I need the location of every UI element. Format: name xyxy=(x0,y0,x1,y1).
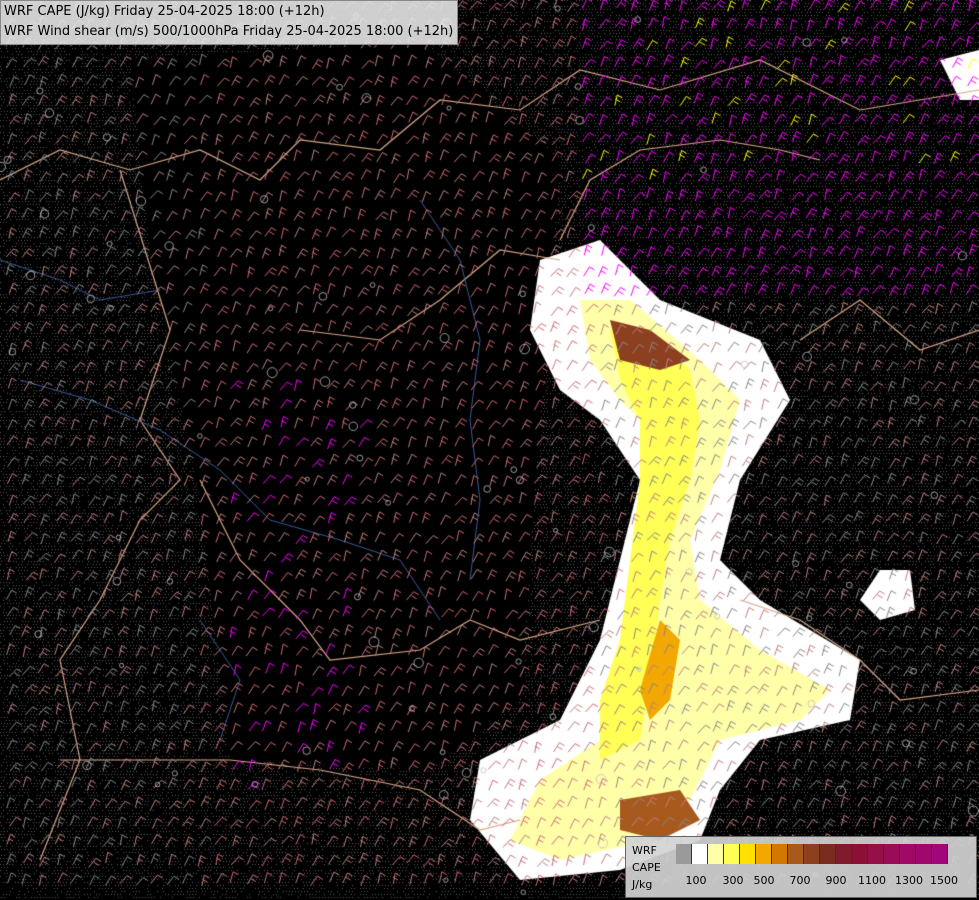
legend-tick: 1100 xyxy=(858,874,886,887)
legend-swatch xyxy=(884,844,900,864)
legend-tick: 1300 xyxy=(895,874,923,887)
cape-legend: WRF CAPE J/kg 100 300 500 700 900 1100 1… xyxy=(625,836,977,898)
legend-swatch xyxy=(724,844,740,864)
legend-swatch xyxy=(708,844,724,864)
legend-tick: 1500 xyxy=(930,874,958,887)
weather-map xyxy=(0,0,979,900)
legend-label-field: CAPE xyxy=(632,861,661,874)
legend-ticks: 100 300 500 700 900 1100 1300 1500 xyxy=(676,874,976,888)
legend-swatch xyxy=(900,844,916,864)
legend-swatch xyxy=(676,844,692,864)
legend-swatch xyxy=(804,844,820,864)
legend-swatch xyxy=(820,844,836,864)
map-header: WRF CAPE (J/kg) Friday 25-04-2025 18:00 … xyxy=(0,0,459,45)
legend-swatch xyxy=(756,844,772,864)
legend-swatch xyxy=(692,844,708,864)
shear-title: WRF Wind shear (m/s) 500/1000hPa Friday … xyxy=(4,24,454,39)
legend-swatch xyxy=(932,844,948,864)
legend-colorbar xyxy=(676,844,948,864)
legend-swatch xyxy=(852,844,868,864)
legend-label-unit: J/kg xyxy=(632,878,653,891)
legend-swatch xyxy=(740,844,756,864)
legend-swatch xyxy=(916,844,932,864)
legend-swatch xyxy=(836,844,852,864)
cape-title: WRF CAPE (J/kg) Friday 25-04-2025 18:00 … xyxy=(4,4,325,19)
legend-tick: 900 xyxy=(825,874,847,887)
legend-tick: 700 xyxy=(789,874,811,887)
legend-label-model: WRF xyxy=(632,844,657,857)
legend-tick: 100 xyxy=(685,874,707,887)
legend-tick: 500 xyxy=(753,874,775,887)
legend-swatch xyxy=(788,844,804,864)
legend-swatch xyxy=(772,844,788,864)
legend-swatch xyxy=(868,844,884,864)
legend-tick: 300 xyxy=(722,874,744,887)
